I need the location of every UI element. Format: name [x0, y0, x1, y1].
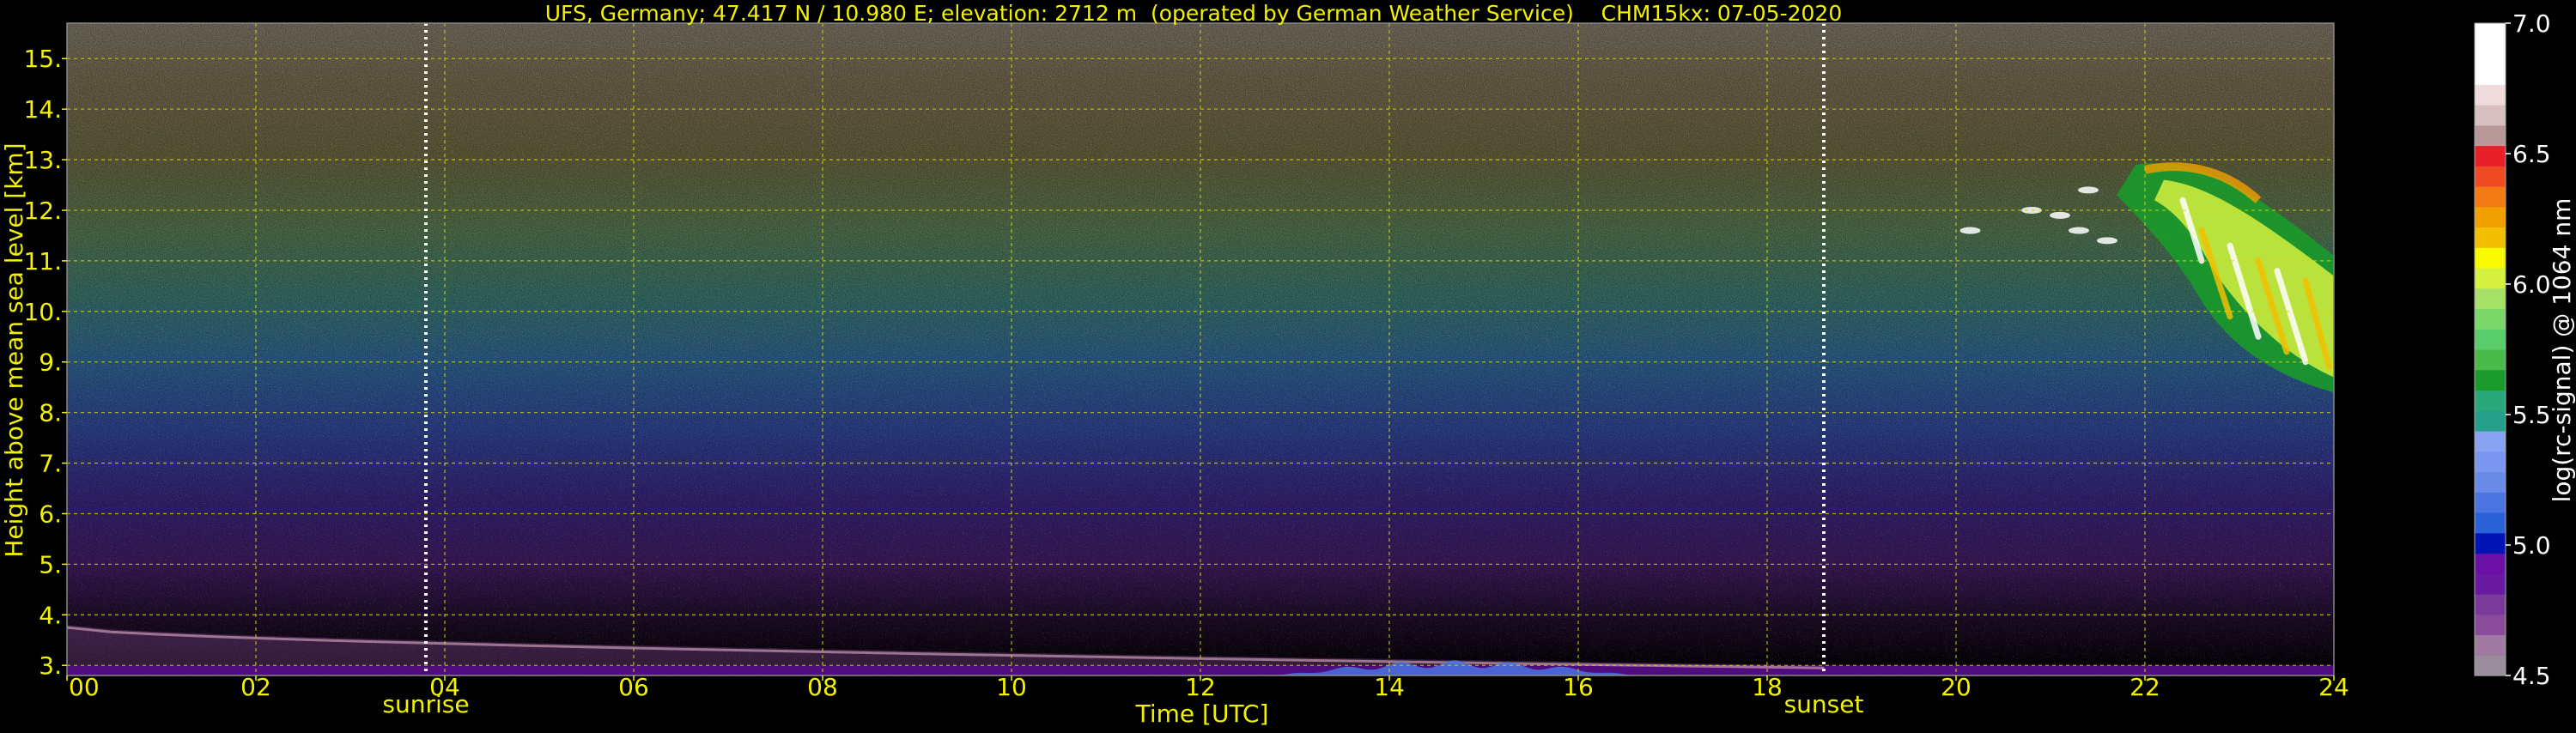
colorbar-segment [2475, 186, 2506, 208]
colorbar-segment [2475, 64, 2506, 85]
x-tick-label: 02 [240, 673, 271, 701]
colorbar-segment [2475, 308, 2506, 330]
colorbar-segment [2475, 573, 2506, 595]
colorbar-tick-label: 4.5 [2512, 662, 2551, 690]
colorbar-tick-label: 7.0 [2512, 9, 2551, 38]
y-tick-label: 12. [23, 197, 62, 225]
cirrus-fragment [2078, 186, 2099, 194]
colorbar-segment [2475, 369, 2506, 391]
x-axis-label: Time [UTC] [1135, 700, 1269, 728]
colorbar-tick-label: 5.0 [2512, 531, 2551, 560]
cirrus-fragment [2069, 227, 2089, 234]
colorbar-segment [2475, 329, 2506, 350]
colorbar-label: log(rc-signal) @ 1064 nm [2548, 198, 2576, 503]
colorbar: 4.5 5.0 5.5 6.0 6.5 7.0 [2474, 9, 2551, 690]
y-tick-label: 13. [23, 146, 62, 174]
colorbar-tick-label: 6.0 [2512, 270, 2551, 299]
colorbar-segment [2475, 247, 2506, 269]
y-tick-label: 5. [39, 550, 62, 579]
y-tick-label: 11. [23, 247, 62, 276]
y-tick-label: 14. [23, 95, 62, 124]
x-tick-label: 20 [1941, 673, 1971, 701]
colorbar-segment [2475, 390, 2506, 411]
y-tick-label: 4. [39, 601, 62, 629]
cirrus-fragment [1959, 227, 1981, 234]
colorbar-tick-label: 5.5 [2512, 401, 2551, 429]
y-tick-label: 15. [23, 45, 62, 73]
colorbar-segment [2475, 431, 2506, 452]
colorbar-segment [2475, 105, 2506, 126]
x-tick-label: 06 [618, 673, 649, 701]
colorbar-segment [2475, 23, 2506, 45]
colorbar-segment [2475, 410, 2506, 432]
y-tick-label: 6. [39, 500, 62, 528]
colorbar-segment [2475, 451, 2506, 473]
colorbar-tick-label: 6.5 [2512, 140, 2551, 168]
y-axis-label: Height above mean sea level [km] [0, 142, 28, 557]
x-tick-label: 04 [429, 673, 460, 701]
colorbar-segment [2475, 471, 2506, 493]
colorbar-segment [2475, 634, 2506, 656]
cirrus-fragment [2050, 211, 2070, 219]
colorbar-segment [2475, 288, 2506, 310]
x-tick-label: 14 [1374, 673, 1405, 701]
y-tick-label: 9. [39, 348, 62, 377]
plot-area: sunrise sunset [66, 22, 2335, 718]
colorbar-segment [2475, 43, 2506, 65]
colorbar-segment [2475, 553, 2506, 574]
x-tick-label: 22 [2129, 673, 2160, 701]
x-tick-label: 10 [996, 673, 1027, 701]
colorbar-segment [2475, 124, 2506, 147]
colorbar-segment [2475, 145, 2506, 167]
ceilometer-chart: sunrise sunset 00 02 04 06 08 10 12 14 16 18 20 22 24… [0, 0, 2576, 730]
colorbar-segment [2475, 166, 2506, 187]
y-axis-ticks: 3. 4. 5. 6. 7. 8. 9. 10. 11. 12. 13. 14. 15. [23, 45, 67, 680]
colorbar-segment [2475, 594, 2506, 615]
colorbar-segment [2475, 268, 2506, 289]
y-tick-label: 10. [23, 298, 62, 326]
y-tick-label: 3. [39, 651, 62, 680]
colorbar-segment [2475, 614, 2506, 636]
colorbar-segment [2475, 349, 2506, 371]
colorbar-segment [2475, 655, 2506, 676]
x-tick-label: 08 [807, 673, 838, 701]
cirrus-fragment [2097, 237, 2117, 245]
x-tick-label: 00 [69, 673, 100, 701]
x-tick-label: 18 [1752, 673, 1783, 701]
colorbar-segment [2475, 206, 2506, 228]
x-tick-label: 16 [1563, 673, 1594, 701]
colorbar-segment [2475, 84, 2506, 106]
colorbar-segment [2475, 512, 2506, 534]
colorbar-segment [2475, 492, 2506, 513]
colorbar-segment [2475, 227, 2506, 248]
y-tick-label: 7. [39, 450, 62, 478]
y-tick-label: 8. [39, 399, 62, 427]
colorbar-segment [2475, 532, 2506, 554]
x-tick-label: 12 [1185, 673, 1216, 701]
marker-label-sunset: sunset [1784, 690, 1864, 718]
chart-title: UFS, Germany; 47.417 N / 10.980 E; eleva… [545, 1, 1842, 26]
chart-svg: sunrise sunset 00 02 04 06 08 10 12 14 16 18 20 22 24… [0, 1, 2576, 728]
x-tick-label: 24 [2318, 673, 2349, 701]
